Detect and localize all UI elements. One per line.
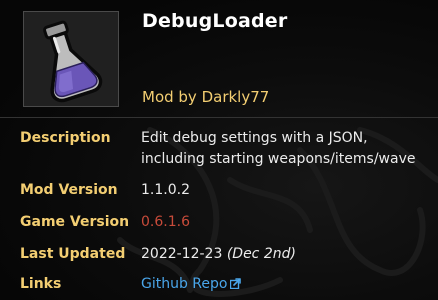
header-divider (0, 117, 438, 118)
links-label: Links (20, 276, 62, 292)
mod-thumbnail (23, 11, 119, 107)
description-label: Description (20, 130, 111, 146)
description-line-1: Edit debug settings with a JSON, (141, 130, 368, 146)
description-line-2: including starting weapons/items/wave (141, 151, 416, 167)
last-updated-value: 2022-12-23 (Dec 2nd) (141, 244, 296, 265)
game-version-value: 0.6.1.6 (141, 214, 190, 230)
links-value: Github Repo (141, 274, 242, 295)
mod-version-value: 1.1.0.2 (141, 182, 190, 198)
game-version-label: Game Version (20, 214, 130, 230)
description-value: Edit debug settings with a JSON, includi… (141, 128, 415, 170)
potion-flask-icon (43, 20, 103, 103)
mod-version-label: Mod Version (20, 182, 118, 198)
last-updated-date: 2022-12-23 (141, 246, 223, 262)
last-updated-relative: (Dec 2nd) (226, 246, 296, 262)
external-link-icon (230, 278, 242, 289)
mod-details-panel: DebugLoader Mod by Darkly77 Description … (0, 0, 438, 300)
last-updated-label: Last Updated (20, 246, 126, 262)
mod-author: Mod by Darkly77 (142, 88, 270, 106)
github-repo-link[interactable]: Github Repo (141, 276, 242, 292)
mod-title: DebugLoader (142, 10, 288, 32)
github-repo-link-text: Github Repo (141, 276, 228, 292)
